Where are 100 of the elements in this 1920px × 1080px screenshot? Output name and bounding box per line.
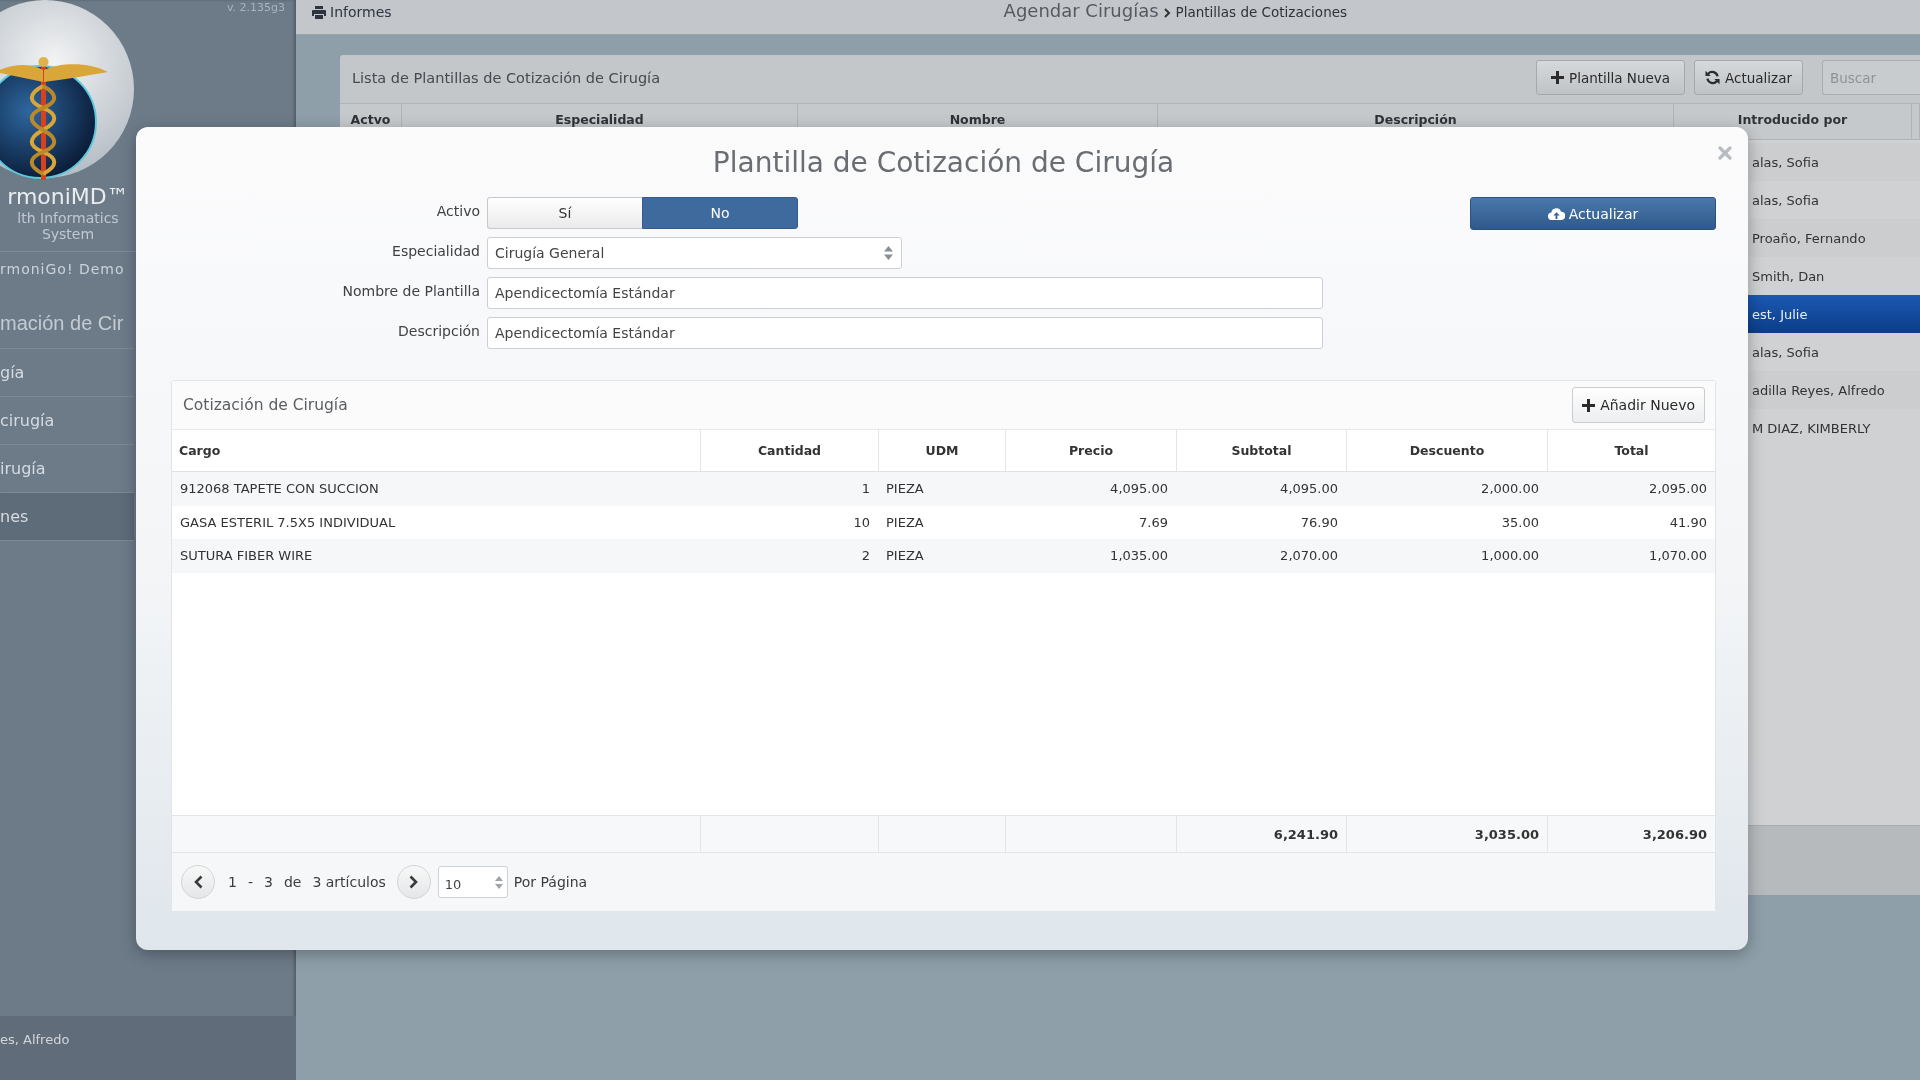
clinic-name: rmoniGo! Demo (0, 260, 126, 279)
field-label: Especialidad (392, 243, 480, 259)
page-info: 1 (228, 874, 237, 890)
user-name: es, Alfredo (0, 1016, 296, 1080)
caduceus-globe-icon (0, 0, 136, 180)
table-row[interactable]: Smith, Dan (1748, 257, 1920, 295)
brand-name: rmoniMD™ (7, 184, 129, 210)
table-cell-text: 2,070.00 (1279, 547, 1339, 566)
table-cell-text: 1 (860, 480, 871, 499)
version-label: v. 2.135g3 (226, 0, 286, 14)
table-row[interactable]: alas, Sofia (1748, 181, 1920, 219)
table-row[interactable]: Proaño, Fernando (1748, 219, 1920, 257)
text-field[interactable]: Apendicectomía Estándar (487, 317, 1323, 349)
panel-title: Lista de Plantillas de Cotización de Cirugía (352, 69, 660, 86)
table-cell-text: alas, Sofia (1751, 154, 1819, 170)
table-cell-text: PIEZA (885, 547, 925, 566)
column-header[interactable]: Total (1547, 430, 1715, 471)
table-cell-text: PIEZA (885, 480, 925, 499)
table-row[interactable]: alas, Sofia (1748, 143, 1920, 181)
table-cell-text: adilla Reyes, Alfredo (1751, 382, 1885, 398)
total-cell: 3,035.00 (1346, 816, 1547, 852)
page-info: - (247, 874, 253, 890)
page-info: 3 (264, 874, 273, 890)
plus-icon (1551, 71, 1564, 84)
reports-link[interactable]: Informes (312, 3, 392, 21)
spinner-arrows-icon (494, 875, 503, 889)
table-row[interactable]: alas, Sofia (1748, 333, 1920, 371)
table-cell-text: 41.90 (1668, 513, 1708, 532)
cloud-upload-icon (1547, 207, 1565, 220)
table-cell-text: Smith, Dan (1751, 268, 1825, 284)
total-cell: 6,241.90 (1176, 816, 1346, 852)
brand-tagline: lth Informatics (17, 210, 119, 226)
table-cell-text: M DIAZ, KIMBERLY (1751, 420, 1871, 436)
column-header: Nombre (949, 112, 1006, 127)
table-cell-text: alas, Sofia (1751, 344, 1819, 360)
table-cell-text: 1,035.00 (1109, 547, 1169, 566)
chevron-right-icon (1163, 7, 1171, 18)
column-header[interactable]: Precio (1005, 430, 1176, 471)
table-row[interactable]: M DIAZ, KIMBERLY (1748, 409, 1920, 447)
section-title: mación de Cir (0, 286, 134, 349)
table-cell-text: 912068 TAPETE CON SUCCION (179, 480, 380, 499)
page-size-field[interactable]: 10 (437, 866, 508, 898)
table-cell-text: alas, Sofia (1751, 192, 1819, 208)
table-cell-text: 2 (860, 547, 871, 566)
search-field[interactable]: Buscar (1822, 60, 1920, 95)
text-field[interactable]: Apendicectomía Estándar (487, 277, 1323, 309)
per-page-label: Por Página (513, 874, 588, 890)
column-header[interactable]: Cargo (172, 430, 700, 471)
field-label: Activo (436, 203, 480, 219)
column-header: Actvo (350, 112, 391, 127)
chevron-left-icon (193, 875, 203, 889)
table-cell-text: 4,095.00 (1279, 480, 1339, 499)
printer-icon (312, 5, 326, 19)
page-info: de (283, 874, 302, 890)
table-cell-text: 1,070.00 (1648, 547, 1708, 566)
add-button[interactable]: Añadir Nuevo (1572, 387, 1705, 423)
table-cell-text: 76.90 (1299, 513, 1339, 532)
column-header[interactable]: Descuento (1346, 430, 1547, 471)
chevron-right-icon (409, 875, 419, 889)
plus-icon (1582, 398, 1596, 412)
table-cell-text: GASA ESTERIL 7.5X5 INDIVIDUAL (179, 513, 397, 532)
column-header[interactable]: Cantidad (700, 430, 878, 471)
up-down-caret-icon (884, 246, 893, 260)
total-cell: 3,206.90 (1547, 816, 1715, 852)
column-header: Especialidad (555, 112, 644, 127)
next-page-button[interactable] (396, 865, 431, 899)
column-header: Descripción (1374, 112, 1457, 127)
toggle-option[interactable]: Sí (487, 197, 642, 229)
column-header: Introducido por (1737, 112, 1848, 127)
table-cell-text: 2,000.00 (1480, 480, 1540, 499)
section-title: Cotización de Cirugía (183, 396, 348, 414)
breadcrumb-link[interactable]: Agendar Cirugías (1003, 0, 1159, 22)
table-cell-text: SUTURA FIBER WIRE (179, 547, 314, 566)
refresh-icon (1705, 70, 1721, 85)
table-cell-text: 7.69 (1138, 513, 1169, 532)
table-cell-text: 10 (852, 513, 871, 532)
table-cell-text: est, Julie (1751, 306, 1808, 322)
table-cell-text: 4,095.00 (1109, 480, 1169, 499)
new-template-button[interactable]: Plantilla Nueva (1536, 60, 1686, 95)
update-button[interactable]: Actualizar (1470, 197, 1716, 230)
brand-tagline: System (41, 226, 95, 242)
table-cell-text: 35.00 (1500, 513, 1540, 532)
toggle-option[interactable]: No (642, 197, 798, 229)
select-field[interactable]: Cirugía General (487, 237, 902, 269)
column-header[interactable]: Subtotal (1176, 430, 1346, 471)
table-cell-text: Proaño, Fernando (1751, 230, 1866, 246)
field-label: Descripción (398, 323, 480, 339)
column-header[interactable]: UDM (878, 430, 1005, 471)
previous-page-button[interactable] (181, 865, 215, 899)
refresh-button[interactable]: Actualizar (1694, 60, 1803, 95)
table-cell-text: PIEZA (885, 513, 925, 532)
sidebar-item[interactable]: nes (0, 493, 134, 541)
table-row[interactable]: est, Julie (1748, 295, 1920, 333)
table-cell-text: 1,000.00 (1480, 547, 1540, 566)
breadcrumb-current: Plantillas de Cotizaciones (1175, 3, 1348, 21)
modal-title: Plantilla de Cotización de Cirugía (711, 145, 1176, 181)
page-info: 3 artículos (312, 874, 386, 890)
table-row[interactable]: adilla Reyes, Alfredo (1748, 371, 1920, 409)
table-cell-text: 2,095.00 (1648, 480, 1708, 499)
field-label: Nombre de Plantilla (342, 283, 480, 299)
